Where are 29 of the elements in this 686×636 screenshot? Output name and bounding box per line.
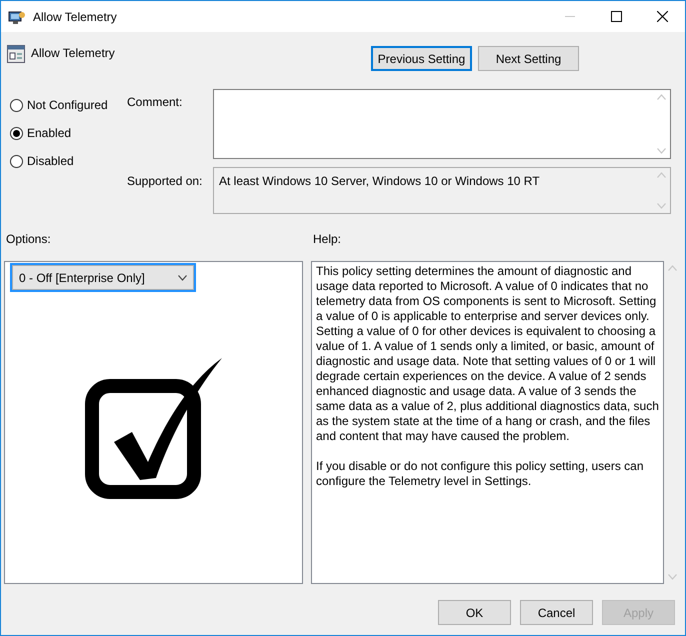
scroll-down-icon[interactable] [668, 574, 677, 580]
setting-title: Allow Telemetry [31, 45, 115, 62]
comment-field[interactable] [213, 89, 671, 159]
scroll-down-icon[interactable] [657, 203, 666, 209]
radio-option[interactable]: Not Configured [10, 97, 127, 113]
help-paragraph: If you disable or do not configure this policy setting, users can configure the Telemetry level in Settings. [316, 459, 645, 489]
scroll-up-icon[interactable] [657, 94, 666, 100]
close-icon[interactable] [656, 11, 668, 22]
setting-nav-button[interactable]: Previous Setting [371, 46, 472, 71]
setting-nav-button[interactable]: Next Setting [478, 46, 579, 71]
options-dropdown[interactable]: 0 - Off [Enterprise Only] [12, 265, 194, 290]
chevron-down-icon [178, 274, 187, 280]
dialog-button[interactable]: OK [438, 600, 511, 625]
help-paragraph: This policy setting determines the amount of diagnostic and usage data reported to Microsoft. A value of 0 indicates that no telemetry data from OS components is sent to Microsoft. Setting a value of 0 is applicable to enterprise and server devices only. Setting a value of 0 for other devices is equivalent to choosing a value of 1. A value of 1 sends only a limited, or basic, amount of diagnostic and usage data. Note that setting values of 0 or 1 will degrade certain experiences on the device. A value of 2 sends enhanced diagnostic and usage data. A value of 3 sends the same data as a value of 2, plus additional diagnostics data, such as the system state at the time of a hang or crash, and the files and content that may have caused the problem. [316, 264, 659, 444]
scroll-down-icon[interactable] [657, 148, 666, 154]
radio-option[interactable]: Enabled [10, 125, 127, 141]
maximize-icon[interactable] [610, 11, 622, 22]
options-label: Options: [6, 231, 52, 248]
help-label: Help: [313, 231, 342, 248]
policy-icon [7, 44, 25, 63]
dialog-button[interactable]: Cancel [520, 600, 593, 625]
scroll-up-icon[interactable] [668, 265, 677, 271]
window-title: Allow Telemetry [33, 8, 118, 26]
checkbox-icon [84, 356, 224, 500]
comment-label: Comment: [127, 94, 184, 111]
supported-on-text: At least Windows 10 Server, Windows 10 or Windows 10 RT [218, 173, 541, 190]
scroll-up-icon[interactable] [657, 172, 666, 178]
radio-option[interactable]: Disabled [10, 153, 127, 169]
supported-on-label: Supported on: [127, 173, 204, 190]
